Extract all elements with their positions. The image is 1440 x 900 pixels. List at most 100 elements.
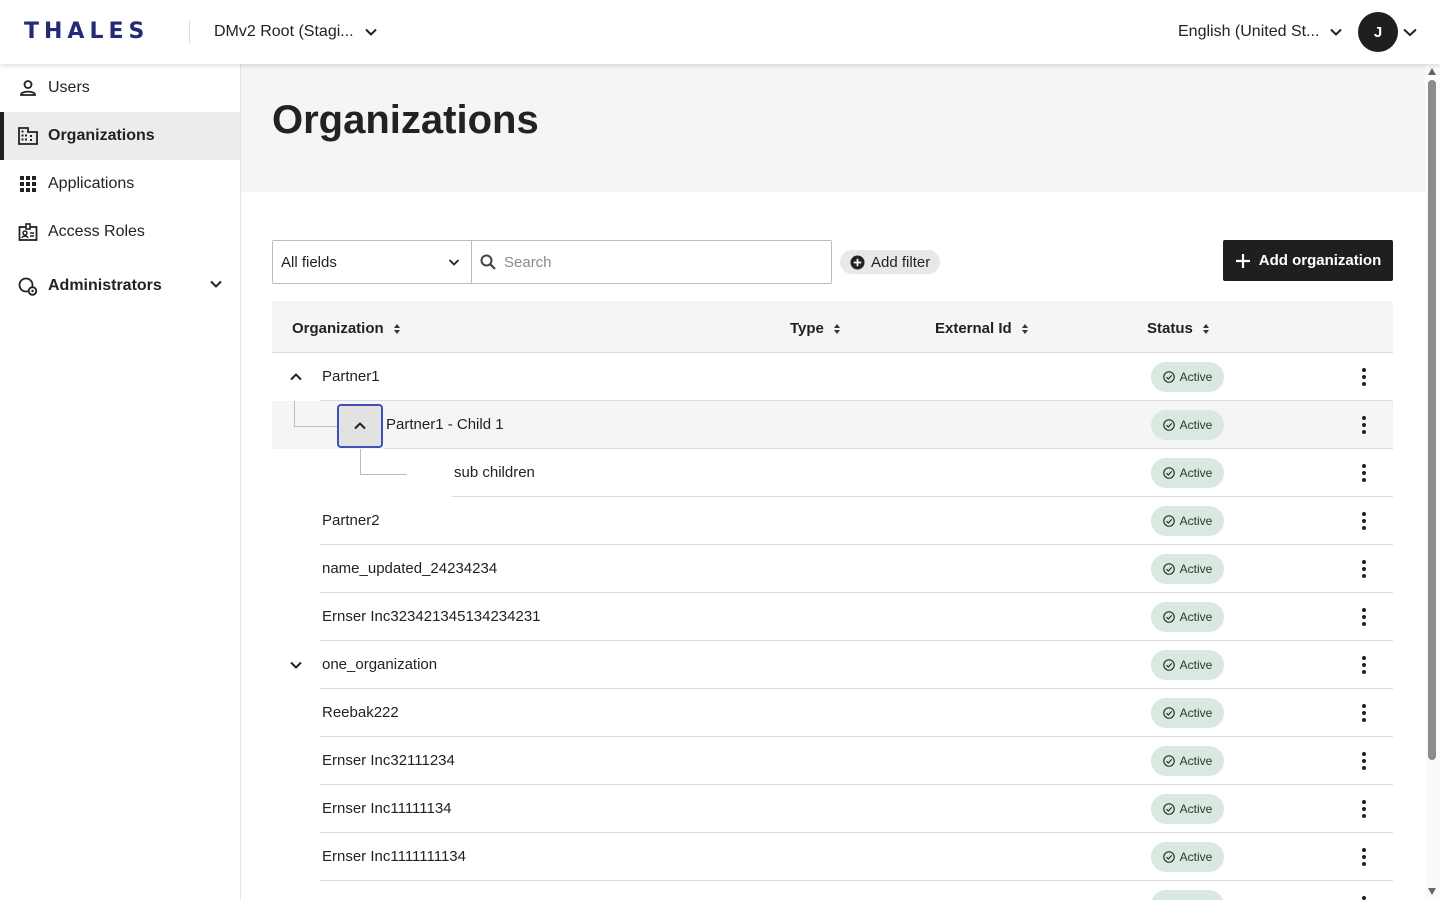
search-input[interactable] xyxy=(504,253,804,271)
building-icon xyxy=(18,126,38,146)
status-badge: Active xyxy=(1151,602,1224,632)
field-select-value: All fields xyxy=(281,253,337,271)
column-header-organization[interactable]: Organization xyxy=(292,321,400,337)
check-circle-icon xyxy=(1162,467,1175,479)
sidebar-item-label: Administrators xyxy=(48,277,162,294)
table-row[interactable]: Partner1 - Child 1 Active xyxy=(272,401,1393,449)
status-label: Active xyxy=(1179,466,1213,480)
sidebar-item-organizations[interactable]: Organizations xyxy=(0,112,240,160)
organization-name[interactable]: Ernser Inc32111234 xyxy=(322,753,455,769)
table-row[interactable]: sub children Active xyxy=(272,449,1393,497)
divider xyxy=(189,20,190,44)
table-row[interactable]: Ernser Inc11111134 Active xyxy=(272,785,1393,833)
page-scrollbar[interactable] xyxy=(1425,64,1440,900)
status-label: Active xyxy=(1179,754,1213,768)
chevron-down-icon xyxy=(1330,28,1343,36)
tree-connector xyxy=(294,401,295,427)
more-actions-icon[interactable] xyxy=(1356,655,1372,675)
status-label: Active xyxy=(1179,418,1213,432)
organization-name[interactable]: Partner1 xyxy=(322,369,380,385)
sidebar-item-label: Applications xyxy=(48,175,135,192)
status-badge xyxy=(1151,890,1224,900)
sidebar-item-label: Users xyxy=(48,79,90,96)
sidebar-item-users[interactable]: Users xyxy=(0,64,240,112)
more-actions-icon[interactable] xyxy=(1356,367,1372,387)
more-actions-icon[interactable] xyxy=(1356,799,1372,819)
column-header-external-id[interactable]: External Id xyxy=(935,321,1028,337)
organization-name[interactable]: name_updated_24234234 xyxy=(322,561,497,577)
page-header: Organizations xyxy=(241,64,1425,192)
table-row[interactable]: Reebak222 Active xyxy=(272,689,1393,737)
check-circle-icon xyxy=(1162,659,1175,671)
scroll-thumb[interactable] xyxy=(1428,80,1436,760)
sidebar-item-administrators[interactable]: Administrators xyxy=(0,262,240,310)
table-row-partial[interactable] xyxy=(272,881,1393,900)
more-actions-icon[interactable] xyxy=(1356,895,1372,900)
sidebar-item-applications[interactable]: Applications xyxy=(0,160,240,208)
check-circle-icon xyxy=(1162,707,1175,719)
search-box[interactable] xyxy=(471,240,832,284)
organization-name[interactable]: one_organization xyxy=(322,657,437,673)
status-badge: Active xyxy=(1151,794,1224,824)
table-row[interactable]: one_organization Active xyxy=(272,641,1393,689)
collapse-toggle[interactable] xyxy=(337,404,383,448)
organization-name[interactable]: Ernser Inc323421345134234231 xyxy=(322,609,541,625)
table-row[interactable]: Ernser Inc1111111134 Active xyxy=(272,833,1393,881)
more-actions-icon[interactable] xyxy=(1356,511,1372,531)
organization-name[interactable]: sub children xyxy=(454,465,535,481)
organization-name[interactable]: Partner1 - Child 1 xyxy=(386,417,504,433)
collapse-toggle[interactable] xyxy=(288,369,304,385)
brand-name: THALES xyxy=(24,19,150,44)
column-header-status[interactable]: Status xyxy=(1147,321,1209,337)
table-row[interactable]: Partner1 Active xyxy=(272,353,1393,401)
add-filter-button[interactable]: Add filter xyxy=(840,250,941,274)
table-row[interactable]: Ernser Inc323421345134234231 Active xyxy=(272,593,1393,641)
column-label: Organization xyxy=(292,320,384,337)
admin-icon xyxy=(18,276,38,296)
search-icon xyxy=(480,253,498,271)
user-menu[interactable]: J xyxy=(1358,12,1418,52)
chevron-down-icon[interactable] xyxy=(208,276,224,292)
status-label: Active xyxy=(1179,802,1213,816)
table-row[interactable]: name_updated_24234234 Active xyxy=(272,545,1393,593)
scroll-down-arrow[interactable] xyxy=(1428,888,1436,895)
table-row[interactable]: Partner2 Active xyxy=(272,497,1393,545)
organization-name[interactable]: Ernser Inc11111134 xyxy=(322,801,452,817)
sort-icon xyxy=(1202,324,1209,334)
status-badge: Active xyxy=(1151,362,1224,392)
user-icon xyxy=(18,78,38,98)
chevron-down-icon xyxy=(364,28,377,36)
organization-name[interactable]: Reebak222 xyxy=(322,705,399,721)
check-circle-icon xyxy=(1162,515,1175,527)
expand-toggle[interactable] xyxy=(288,657,304,673)
more-actions-icon[interactable] xyxy=(1356,703,1372,723)
more-actions-icon[interactable] xyxy=(1356,847,1372,867)
thales-logo[interactable]: THALES xyxy=(24,21,149,43)
status-badge: Active xyxy=(1151,842,1224,872)
field-select[interactable]: All fields xyxy=(272,240,472,284)
more-actions-icon[interactable] xyxy=(1356,607,1372,627)
sort-icon xyxy=(393,324,400,334)
status-label: Active xyxy=(1179,706,1213,720)
more-actions-icon[interactable] xyxy=(1356,559,1372,579)
add-filter-label: Add filter xyxy=(871,253,931,271)
add-organization-button[interactable]: Add organization xyxy=(1223,240,1393,281)
organization-name[interactable]: Partner2 xyxy=(322,513,380,529)
more-actions-icon[interactable] xyxy=(1356,463,1372,483)
language-name: English (United St... xyxy=(1178,23,1320,40)
sort-icon xyxy=(1021,324,1028,334)
table-row[interactable]: Ernser Inc32111234 Active xyxy=(272,737,1393,785)
organization-name[interactable]: Ernser Inc1111111134 xyxy=(322,849,466,865)
chevron-up-icon xyxy=(354,422,366,430)
tenant-selector[interactable]: DMv2 Root (Stagi... xyxy=(214,20,378,44)
tree-connector xyxy=(360,474,407,475)
sidebar-item-label: Access Roles xyxy=(48,223,145,240)
status-badge: Active xyxy=(1151,554,1224,584)
more-actions-icon[interactable] xyxy=(1356,415,1372,435)
language-selector[interactable]: English (United St... xyxy=(1178,20,1343,44)
more-actions-icon[interactable] xyxy=(1356,751,1372,771)
column-header-type[interactable]: Type xyxy=(790,321,840,337)
top-bar: THALES DMv2 Root (Stagi... English (Unit… xyxy=(0,0,1440,64)
scroll-up-arrow[interactable] xyxy=(1428,68,1436,75)
sidebar-item-access-roles[interactable]: Access Roles xyxy=(0,208,240,256)
